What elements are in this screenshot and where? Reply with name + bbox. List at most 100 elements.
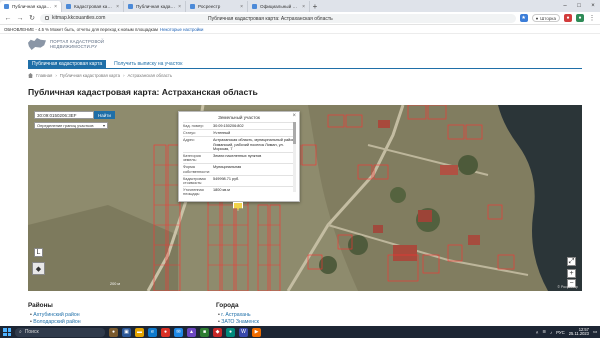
regions-heading: Районы [28, 302, 53, 309]
extension-icon[interactable]: ● [576, 14, 584, 22]
fullscreen-icon[interactable]: ⤢ [567, 257, 576, 266]
browser-tab[interactable]: Публичная кадастровая× [0, 1, 62, 12]
info-row: Форма собственности: Муниципальная [183, 163, 295, 174]
app-icon[interactable]: ■ [200, 327, 209, 337]
profile-button[interactable]: ● Шторка [531, 14, 560, 22]
windows-start-icon[interactable] [3, 328, 11, 336]
tab-get-extract[interactable]: Получить выписку на участок [110, 60, 186, 68]
notifications-icon[interactable]: ▭ [593, 329, 597, 335]
extension-icon[interactable]: ★ [519, 14, 528, 22]
favicon-icon [128, 4, 133, 9]
edge-icon[interactable]: e [148, 327, 157, 337]
chevron-down-icon: ▾ [102, 123, 105, 128]
search-icon: ⌕ [19, 329, 22, 335]
url-text: kitmap.kkcouanties.com [52, 15, 106, 21]
map-attribution: © Росреестр [557, 285, 578, 289]
breadcrumb-item[interactable]: Главная [36, 73, 52, 78]
task-view-icon[interactable]: ▣ [122, 327, 131, 337]
info-row: Адрес: Астраханская область, муниципальны… [183, 136, 295, 151]
app-icon[interactable]: ● [226, 327, 235, 337]
clock[interactable]: 12:57 25.11.2023 [569, 327, 589, 337]
reload-icon[interactable]: ↻ [28, 14, 36, 22]
divider [28, 68, 582, 69]
close-icon[interactable]: × [240, 4, 243, 10]
page-title: Публичная кадастровая карта: Астраханска… [28, 87, 258, 97]
close-window-button[interactable]: × [586, 0, 600, 12]
info-row: Кадастровая стоимость: 549998.71 руб. [183, 174, 295, 186]
info-row: Категория земель: Земли населенных пункто… [183, 152, 295, 163]
profile-icon: ● [535, 15, 539, 21]
app-icon[interactable]: ▶ [252, 327, 261, 337]
new-tab-button[interactable]: + [310, 1, 320, 12]
mail-icon[interactable]: ✉ [174, 327, 183, 337]
russia-map-icon [28, 38, 46, 50]
wifi-icon[interactable]: ≋ [542, 329, 546, 335]
site-tabs: Публичная кадастровая карта Получить вып… [28, 60, 186, 68]
browser-tab-strip: Публичная кадастровая× Кадастровая карта… [0, 0, 600, 12]
map-scale: 200 м [110, 282, 121, 286]
volume-icon[interactable]: ♪ [550, 330, 552, 335]
site-logo[interactable]: ПОРТАЛ КАДАСТРОВОЙ НЕДВИЖИМОСТИ.РУ [28, 38, 104, 50]
tab-cadastral-map[interactable]: Публичная кадастровая карта [28, 60, 107, 68]
menu-icon[interactable]: ⋮ [588, 14, 596, 22]
close-icon[interactable]: × [292, 113, 296, 119]
info-row: Кад. номер: 30:09:150206:802 [183, 122, 295, 129]
ruler-icon[interactable]: L [34, 248, 43, 257]
bison-app-icon[interactable]: ● [109, 327, 118, 337]
zoom-in-button[interactable]: + [567, 269, 576, 278]
app-icon[interactable]: ◆ [213, 327, 222, 337]
close-icon[interactable]: × [54, 4, 57, 10]
favicon-icon [66, 4, 71, 9]
browser-tab[interactable]: Кадастровая карта × [62, 1, 124, 12]
forward-arrow-icon[interactable]: → [16, 14, 24, 22]
info-row: Уточненная площадь: 1800 кв.м [183, 186, 295, 197]
bookmarks-bar: ОБНОВЛЕНИЕ - 4.5 % Может быть, отчеты дл… [0, 25, 600, 34]
language-indicator[interactable]: РУС [556, 330, 565, 335]
parcel-info-popup: × Земельный участок Кад. номер: 30:09:150… [178, 111, 300, 202]
map-search: 30:09:0150206:3EF Найти [34, 111, 115, 119]
favicon-icon [4, 4, 9, 9]
search-button[interactable]: Найти [94, 111, 115, 119]
layers-icon[interactable]: ◆ [32, 262, 45, 275]
info-row: Статус: Учтенный [183, 129, 295, 136]
layer-select[interactable]: Определение границ участков ▾ [34, 122, 108, 129]
maximize-button[interactable]: □ [572, 0, 586, 12]
cities-heading: Города [216, 302, 239, 309]
breadcrumb: Главная › Публичная кадастровая карта › … [28, 73, 172, 78]
extension-icon[interactable]: ● [564, 14, 572, 22]
cities-list: г. Астрахань ЗАТО Знаменск [218, 312, 259, 325]
taskbar-search[interactable]: ⌕ Поиск [15, 327, 105, 337]
chrome-icon[interactable]: ● [161, 327, 170, 337]
chevron-up-icon[interactable]: ˄ [536, 330, 539, 335]
home-icon[interactable] [28, 73, 33, 78]
browser-tab[interactable]: Публичная кадастровая× [124, 1, 186, 12]
favicon-icon [252, 4, 257, 9]
window-controls: – □ × [558, 0, 600, 12]
list-item[interactable]: Ахтубинский район [30, 312, 81, 319]
popup-scrollbar[interactable] [293, 122, 296, 192]
minimize-button[interactable]: – [558, 0, 572, 12]
back-arrow-icon[interactable]: ← [4, 14, 12, 22]
app-icon[interactable]: W [239, 327, 248, 337]
browser-tab[interactable]: Росреестр × [186, 1, 248, 12]
bookmark-link[interactable]: Некоторые настройки [160, 27, 203, 32]
regions-list: Ахтубинский район Володарский район [30, 312, 81, 326]
satellite-imagery [28, 105, 582, 291]
cadastral-map[interactable]: 30:09:0150206:3EF Найти Определение гран… [28, 105, 582, 291]
list-item[interactable]: Володарский район [30, 319, 80, 326]
breadcrumb-item[interactable]: Публичная кадастровая карта [60, 73, 120, 78]
close-icon[interactable]: × [178, 4, 181, 10]
lock-icon [45, 16, 49, 20]
browser-tab[interactable]: Официальный сайт × [248, 1, 310, 12]
page-title-tooltip: Публичная кадастровая карта: Астраханска… [208, 16, 333, 22]
breadcrumb-item: Астраханская область [127, 73, 173, 78]
list-item[interactable]: ЗАТО Знаменск [218, 319, 259, 326]
app-icon[interactable]: ▲ [187, 327, 196, 337]
system-tray: ˄ ≋ ♪ РУС 12:57 25.11.2023 ▭ [536, 327, 597, 337]
favicon-icon [190, 4, 195, 9]
close-icon[interactable]: × [116, 4, 119, 10]
close-icon[interactable]: × [302, 4, 305, 10]
popup-title: Земельный участок [218, 115, 260, 120]
cadastral-search-input[interactable]: 30:09:0150206:3EF [34, 111, 94, 119]
file-explorer-icon[interactable]: ▬ [135, 327, 144, 337]
